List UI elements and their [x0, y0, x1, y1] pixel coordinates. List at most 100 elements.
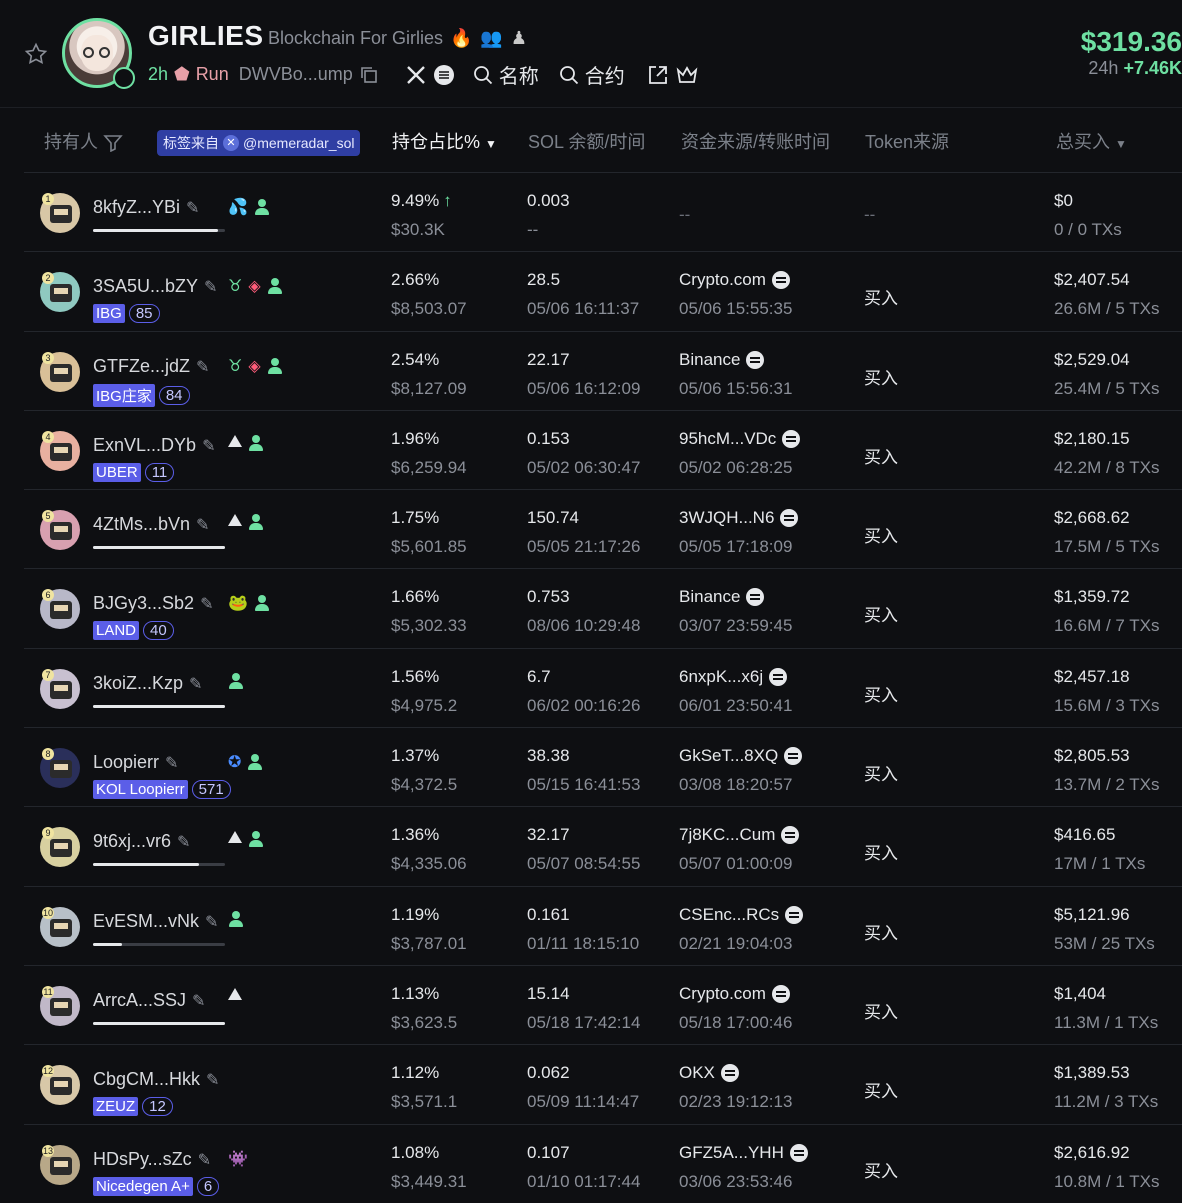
funding-source[interactable]: 6nxpK...x6j	[679, 667, 788, 687]
holder-row[interactable]: 7 3koiZ...Kzp ✎ 1.56% $4,975.2 6.7 06/02 00:16…	[24, 647, 1182, 727]
holder-name[interactable]: HDsPy...sZc	[93, 1149, 192, 1169]
search-contract-button[interactable]: 合约	[585, 60, 625, 89]
copy-icon[interactable]	[359, 65, 379, 85]
holder-address[interactable]: HDsPy...sZc ✎	[93, 1149, 211, 1170]
holder-row[interactable]: 5 4ZtMs...bVn ✎ 1.75% $5,601.85 150.74 05/05 2…	[24, 489, 1182, 568]
total-buy: $2,457.18	[1054, 666, 1130, 686]
edit-icon[interactable]: ✎	[205, 912, 218, 932]
x-twitter-icon[interactable]	[405, 64, 427, 86]
holding-pct-header[interactable]: 持仓占比% ▼	[392, 128, 497, 154]
holder-row[interactable]: 10 EvESM...vNk ✎ 1.19% $3,787.01 0.161 01/11 1…	[24, 885, 1182, 965]
holder-column-header[interactable]: 持有人	[44, 128, 123, 154]
funding-source[interactable]: CSEnc...RCs	[679, 905, 804, 925]
holder-name[interactable]: ArrcA...SSJ	[93, 990, 186, 1010]
edit-icon[interactable]: ✎	[206, 1070, 219, 1090]
solscan-icon[interactable]	[771, 984, 790, 1003]
filter-icon[interactable]	[103, 134, 123, 153]
funding-source[interactable]: 3WJQH...N6	[679, 508, 799, 528]
total-buy-header[interactable]: 总买入 ▼	[1056, 128, 1127, 154]
contract-address[interactable]: DWVBo...ump	[239, 64, 353, 85]
funding-source[interactable]: Binance	[679, 587, 765, 607]
holder-address[interactable]: CbgCM...Hkk ✎	[93, 1069, 219, 1090]
holder-address[interactable]: 3SA5U...bZY ✎	[93, 276, 217, 297]
holder-address[interactable]: EvESM...vNk ✎	[93, 911, 218, 932]
holder-name[interactable]: 3koiZ...Kzp	[93, 673, 183, 693]
edit-icon[interactable]: ✎	[165, 753, 178, 773]
holder-name[interactable]: GTFZe...jdZ	[93, 356, 190, 376]
holder-row[interactable]: 3 GTFZe...jdZ ✎ IBG庄家 84 ♉ ◈ 2.54% $8,127.09 22.1…	[24, 330, 1182, 410]
solscan-icon[interactable]	[746, 588, 765, 607]
holder-address[interactable]: ArrcA...SSJ ✎	[93, 990, 205, 1011]
solscan-icon[interactable]	[746, 350, 765, 369]
share-icon[interactable]	[647, 64, 669, 86]
funding-source[interactable]: OKX	[679, 1063, 739, 1083]
holder-row[interactable]: 4 ExnVL...DYb ✎ UBER 11 1.96% $6,259.94 0.153 05…	[24, 409, 1182, 489]
holder-name[interactable]: EvESM...vNk	[93, 911, 199, 931]
funding-source[interactable]: GkSeT...8XQ	[679, 746, 803, 766]
edit-icon[interactable]: ✎	[192, 991, 205, 1011]
holder-name[interactable]: 3SA5U...bZY	[93, 276, 198, 296]
search-icon[interactable]	[559, 65, 579, 85]
funding-source-name: OKX	[679, 1063, 715, 1083]
edit-icon[interactable]: ✎	[189, 674, 202, 694]
total-buy: $2,668.62	[1054, 508, 1130, 528]
holder-name[interactable]: CbgCM...Hkk	[93, 1069, 200, 1089]
holder-row[interactable]: 13 HDsPy...sZc ✎ Nicedegen A+ 6 👾 1.08% $3,449.…	[24, 1123, 1182, 1203]
solscan-icon[interactable]	[771, 271, 790, 290]
edit-icon[interactable]: ✎	[204, 277, 217, 297]
rank-badge: 3	[42, 351, 54, 364]
funding-source[interactable]: Binance	[679, 350, 765, 370]
holder-address[interactable]: GTFZe...jdZ ✎	[93, 356, 209, 377]
funding-source[interactable]: 7j8KC...Cum	[679, 825, 800, 845]
holder-name[interactable]: 8kfyZ...YBi	[93, 197, 180, 217]
holder-address[interactable]: 8kfyZ...YBi ✎	[93, 197, 199, 218]
edit-icon[interactable]: ✎	[196, 515, 209, 535]
holder-address[interactable]: 3koiZ...Kzp ✎	[93, 673, 202, 694]
sol-balance: 22.17	[527, 349, 570, 369]
holder-address[interactable]: ExnVL...DYb ✎	[93, 435, 215, 456]
holder-name[interactable]: 4ZtMs...bVn	[93, 514, 190, 534]
rank-badge: 13	[42, 1144, 54, 1157]
funding-source[interactable]: Crypto.com	[679, 270, 790, 290]
edit-icon[interactable]: ✎	[196, 357, 209, 377]
solscan-icon[interactable]	[784, 747, 803, 766]
holder-address[interactable]: Loopierr ✎	[93, 752, 178, 773]
holder-row[interactable]: 1 8kfyZ...YBi ✎ 💦 9.49% ↑ $30.3K 0.003 -- -- -- $0 0…	[24, 172, 1182, 251]
holder-name[interactable]: ExnVL...DYb	[93, 435, 196, 455]
solscan-icon[interactable]	[785, 905, 804, 924]
holder-name[interactable]: BJGy3...Sb2	[93, 593, 194, 613]
funding-source[interactable]: GFZ5A...YHH	[679, 1143, 808, 1163]
holding-value: $30.3K	[391, 220, 445, 239]
tag-source-chip[interactable]: 标签来自 ✕ @memeradar_sol	[157, 130, 361, 156]
holding-value: $5,302.33	[391, 616, 467, 636]
crown-icon[interactable]	[675, 64, 699, 86]
solscan-icon[interactable]	[769, 667, 788, 686]
holder-row[interactable]: 11 ArrcA...SSJ ✎ 1.13% $3,623.5 15.14 05/18 17…	[24, 964, 1182, 1044]
solscan-icon[interactable]	[720, 1064, 739, 1083]
holder-row[interactable]: 9 9t6xj...vr6 ✎ 1.36% $4,335.06 32.17 05/07 08…	[24, 806, 1182, 885]
holder-name[interactable]: Loopierr	[93, 752, 159, 772]
solscan-icon[interactable]	[789, 1143, 808, 1162]
solscan-icon[interactable]	[781, 826, 800, 845]
edit-icon[interactable]: ✎	[177, 832, 190, 852]
funding-source[interactable]: Crypto.com	[679, 984, 790, 1004]
holder-row[interactable]: 8 Loopierr ✎ KOL Loopierr 571 ✪ 1.37% $4,372.5 3…	[24, 727, 1182, 806]
holder-row[interactable]: 12 CbgCM...Hkk ✎ ZEUZ 12 1.12% $3,571.1 0.062 05…	[24, 1044, 1182, 1123]
holder-address[interactable]: BJGy3...Sb2 ✎	[93, 593, 213, 614]
edit-icon[interactable]: ✎	[200, 594, 213, 614]
holder-row[interactable]: 2 3SA5U...bZY ✎ IBG 85 ♉ ◈ 2.66% $8,503.07 28.5 05…	[24, 251, 1182, 330]
holder-address[interactable]: 9t6xj...vr6 ✎	[93, 831, 190, 852]
holder-address[interactable]: 4ZtMs...bVn ✎	[93, 514, 209, 535]
search-icon[interactable]	[473, 65, 493, 85]
search-name-button[interactable]: 名称	[499, 60, 539, 89]
edit-icon[interactable]: ✎	[186, 198, 199, 218]
holder-row[interactable]: 6 BJGy3...Sb2 ✎ LAND 40 🐸 1.66% $5,302.33 0.753 0…	[24, 568, 1182, 647]
solscan-icon[interactable]	[433, 64, 455, 86]
solscan-icon[interactable]	[780, 509, 799, 528]
solscan-icon[interactable]	[782, 429, 801, 448]
holder-name[interactable]: 9t6xj...vr6	[93, 831, 171, 851]
funding-source[interactable]: 95hcM...VDc	[679, 429, 801, 449]
edit-icon[interactable]: ✎	[202, 436, 215, 456]
star-icon[interactable]	[24, 42, 48, 66]
edit-icon[interactable]: ✎	[198, 1150, 211, 1170]
